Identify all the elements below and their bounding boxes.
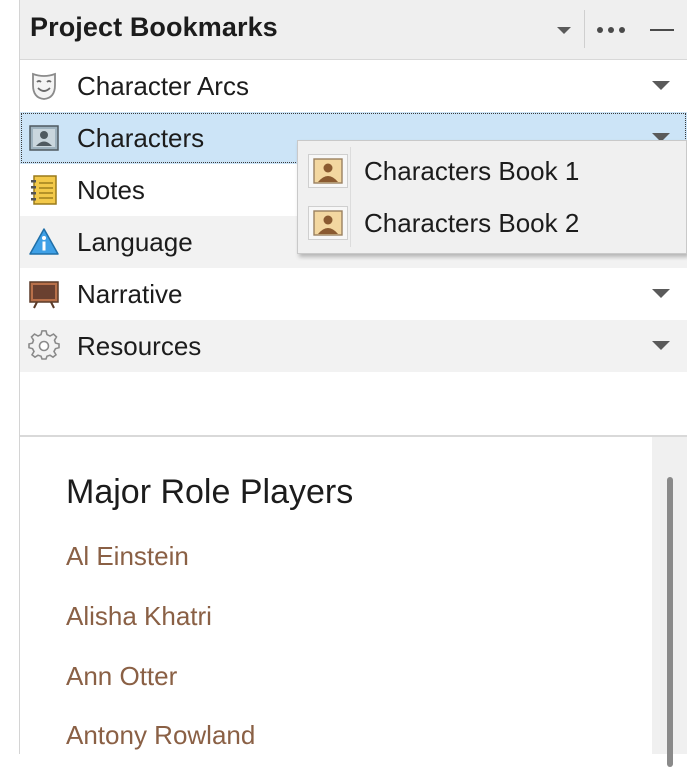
character-link[interactable]: Alisha Khatri <box>66 601 212 632</box>
portrait-icon <box>28 122 60 154</box>
bookmark-label: Notes <box>77 175 145 205</box>
bookmark-item-character-arcs[interactable]: Character Arcs <box>20 60 687 112</box>
project-bookmarks-panel: Project Bookmarks Character Arcs Charact… <box>20 0 687 767</box>
character-link[interactable]: Antony Rowland <box>66 720 255 751</box>
notebook-icon <box>28 174 60 206</box>
scrollbar-thumb[interactable] <box>667 477 673 767</box>
menu-item-label: Characters Book 1 <box>364 156 580 186</box>
left-gutter <box>0 0 20 754</box>
menu-item-label: Characters Book 2 <box>364 208 580 238</box>
chevron-down-icon[interactable] <box>650 76 672 96</box>
bookmark-item-resources[interactable]: Resources <box>20 320 687 372</box>
bookmark-item-narrative[interactable]: Narrative <box>20 268 687 320</box>
bookmark-label: Character Arcs <box>77 71 249 101</box>
document-title: Major Role Players <box>66 473 354 511</box>
bookmark-label: Characters <box>77 123 205 153</box>
menu-item-characters-book-1[interactable]: Characters Book 1 <box>302 145 682 195</box>
minimize-icon[interactable] <box>648 18 676 42</box>
chevron-down-icon[interactable] <box>650 284 672 304</box>
character-link[interactable]: Al Einstein <box>66 541 189 572</box>
gear-icon <box>28 330 60 362</box>
menu-item-characters-book-2[interactable]: Characters Book 2 <box>302 197 682 247</box>
more-horizontal-icon[interactable] <box>594 18 628 42</box>
bookmark-label: Language <box>77 227 193 257</box>
info-triangle-icon <box>28 226 60 258</box>
bookmark-label: Narrative <box>77 279 183 309</box>
character-card-icon <box>308 154 348 188</box>
character-link[interactable]: Ann Otter <box>66 661 177 692</box>
theater-mask-icon <box>28 70 60 102</box>
bookmark-label: Resources <box>77 331 202 361</box>
presentation-board-icon <box>28 278 60 310</box>
vertical-scrollbar[interactable] <box>652 437 687 767</box>
chevron-down-icon[interactable] <box>552 18 576 42</box>
chevron-down-icon[interactable] <box>650 336 672 356</box>
header-separator <box>584 10 585 48</box>
characters-dropdown-menu: Characters Book 1 Characters Book 2 <box>297 140 687 254</box>
panel-header: Project Bookmarks <box>20 0 687 60</box>
character-card-icon <box>308 206 348 240</box>
bookmark-preview: Major Role Players Al Einstein Alisha Kh… <box>20 437 651 754</box>
panel-title: Project Bookmarks <box>30 12 278 42</box>
